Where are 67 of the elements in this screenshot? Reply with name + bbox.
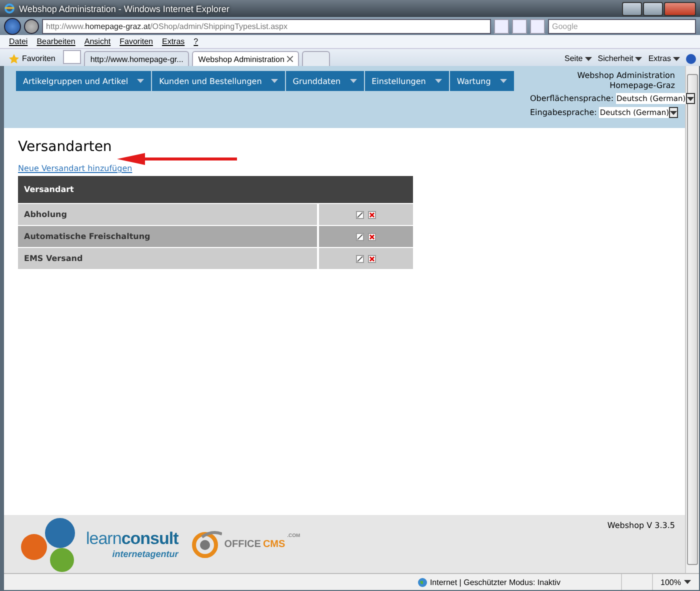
close-button[interactable] (664, 2, 696, 16)
table-cell: Abholung (18, 204, 317, 225)
edit-icon[interactable] (356, 232, 364, 241)
column-header: Versandart (18, 176, 413, 203)
caret-icon (270, 79, 278, 83)
learnconsult-logo: learnconsult (86, 529, 178, 549)
delete-icon[interactable] (368, 254, 376, 263)
menu-item[interactable]: Extras (162, 37, 185, 46)
help-icon[interactable] (686, 54, 696, 64)
caret-icon (137, 79, 144, 83)
nav-menu-item[interactable]: Einstellungen (364, 71, 449, 91)
edit-icon[interactable] (356, 210, 364, 219)
security-zone: Internet | Geschützter Modus: Inaktiv (430, 578, 561, 586)
forward-button[interactable] (24, 18, 39, 34)
maximize-button[interactable] (643, 2, 663, 16)
caret-icon (686, 96, 694, 100)
edit-icon[interactable] (356, 254, 364, 263)
menu-item[interactable]: ? (194, 37, 198, 46)
logo-tagline: internetagentur (112, 549, 178, 559)
add-link[interactable]: Neue Versandart hinzufügen (18, 164, 132, 173)
nav-menu-item[interactable]: Kunden und Bestellungen (152, 71, 285, 91)
caret-icon (635, 56, 642, 60)
close-tab-icon[interactable] (287, 56, 294, 62)
caret-icon (434, 79, 442, 83)
scrollbar[interactable] (685, 66, 699, 573)
search-placeholder: Google (552, 22, 578, 30)
page-heading: Versandarten (18, 139, 112, 155)
caret-icon (673, 56, 680, 60)
menu-item[interactable]: Bearbeiten (36, 37, 76, 46)
header-title: Webshop Administration (577, 71, 675, 80)
minimize-button[interactable] (622, 2, 642, 16)
caret-icon (500, 79, 507, 83)
table-cell: Automatische Freischaltung (18, 226, 317, 247)
caret-icon (584, 56, 592, 60)
nav-menu-item[interactable]: Grunddaten (286, 71, 364, 91)
delete-icon[interactable] (368, 210, 376, 219)
menu-item[interactable]: Datei (9, 37, 28, 46)
officecms-emblem (192, 529, 222, 559)
back-button[interactable] (4, 18, 21, 34)
menu-item[interactable]: Ansicht (84, 37, 111, 46)
command-menu[interactable]: Seite (564, 54, 592, 63)
caret-icon (670, 110, 677, 114)
delete-icon[interactable] (368, 232, 376, 241)
globe-icon (418, 578, 427, 586)
window-title: Webshop Administration - Windows Internet Explorer (19, 4, 230, 14)
language-label: Eingabesprache: (530, 108, 597, 117)
logo-word: OFFICE (224, 538, 261, 550)
caret-icon (684, 580, 691, 584)
spheres-logo (18, 515, 78, 573)
table-cell: EMS Versand (18, 248, 317, 269)
menu-item[interactable]: Favoriten (120, 37, 153, 46)
nav-menu-item[interactable]: Artikelgruppen und Artikel (16, 71, 152, 91)
language-label: Oberflächensprache: (530, 94, 614, 103)
favorites-button[interactable]: Favoriten (4, 51, 60, 66)
browser-tab[interactable]: http://www.homepage-gr... (84, 51, 190, 66)
browser-icon (4, 3, 15, 14)
nav-menu-item[interactable]: Wartung (450, 71, 514, 91)
command-menu[interactable]: Extras (648, 54, 680, 63)
site-name: Homepage-Graz (610, 81, 675, 90)
caret-icon (350, 79, 357, 83)
logo-word: CMS (262, 538, 286, 550)
browser-tab[interactable]: Webshop Administration (192, 51, 300, 66)
zoom-control[interactable]: 100% (652, 578, 699, 586)
version-label: Webshop V 3.3.5 (607, 521, 675, 530)
address-field[interactable]: http://www.homepage-graz.at/OShop/admin/ShippingTypesList.aspx (42, 18, 491, 34)
command-menu[interactable]: Sicherheit (598, 54, 642, 63)
star-icon (9, 54, 19, 64)
